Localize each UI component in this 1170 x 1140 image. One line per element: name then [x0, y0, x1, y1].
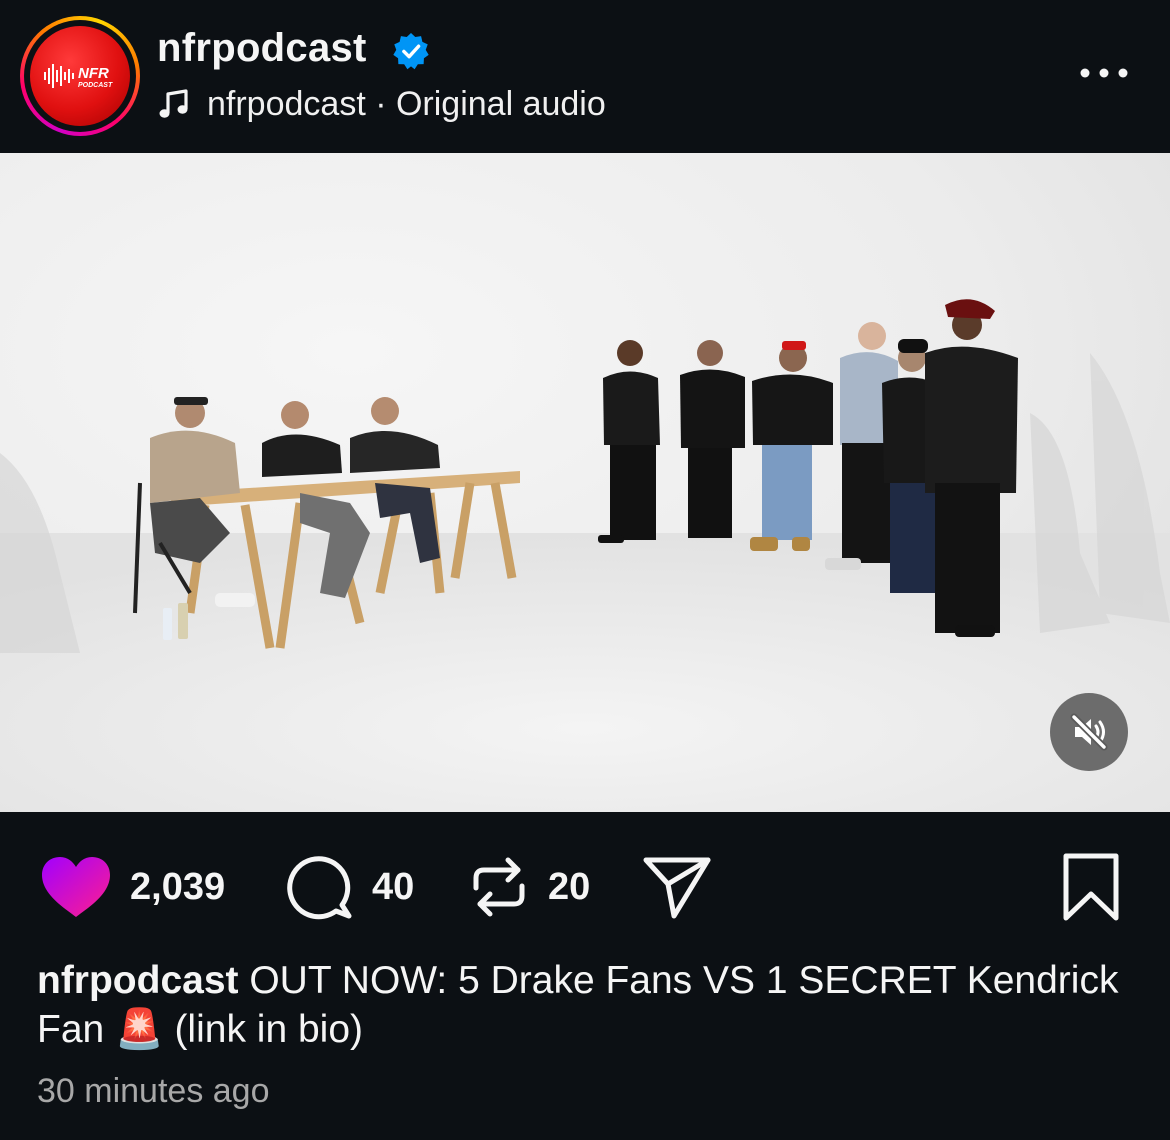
username[interactable]: nfrpodcast: [157, 26, 367, 71]
share-button[interactable]: [640, 852, 712, 922]
share-icon: [643, 857, 711, 919]
like-button[interactable]: 2,039: [40, 852, 225, 922]
siren-emoji: 🚨: [115, 1008, 164, 1051]
comment-icon: [287, 856, 352, 920]
repost-icon: [473, 857, 525, 917]
repost-count[interactable]: 20: [548, 866, 590, 909]
audio-label: nfrpodcast · Original audio: [207, 84, 606, 123]
contestant-1: [598, 340, 660, 543]
contestant-2: [680, 340, 745, 538]
post-caption: nfrpodcast OUT NOW: 5 Drake Fans VS 1 SE…: [37, 956, 1127, 1054]
more-options-icon[interactable]: [1076, 58, 1132, 88]
nfr-logo: NFR PODCAST: [44, 64, 113, 89]
repost-button[interactable]: 20: [468, 852, 590, 922]
heart-icon: [42, 857, 110, 917]
post-header: NFR PODCAST nfrpodcast nfrpodcast · Orig…: [0, 0, 1170, 153]
svg-text:PODCAST: PODCAST: [78, 82, 113, 89]
bookmark-icon[interactable]: [1060, 852, 1122, 922]
post-timestamp: 30 minutes ago: [37, 1072, 270, 1110]
action-bar: 2,039 40 20: [0, 812, 1170, 952]
contestant-3: [750, 341, 833, 551]
avatar-gap: NFR PODCAST: [24, 20, 136, 132]
speaker-muted-icon: [1070, 713, 1108, 751]
verified-badge-icon: [393, 32, 429, 70]
story-ring[interactable]: NFR PODCAST: [20, 16, 140, 136]
svg-text:NFR: NFR: [78, 65, 109, 82]
audio-attribution[interactable]: nfrpodcast · Original audio: [157, 82, 606, 126]
music-note-icon: [159, 89, 188, 118]
comment-button[interactable]: 40: [286, 852, 414, 922]
caption-username[interactable]: nfrpodcast: [37, 959, 239, 1002]
avatar[interactable]: NFR PODCAST: [30, 26, 130, 126]
comment-count[interactable]: 40: [372, 866, 414, 909]
caption-link-note: (link in bio): [163, 1008, 364, 1051]
post-video[interactable]: [0, 153, 1170, 812]
video-frame: [0, 299, 1170, 812]
mute-toggle[interactable]: [1050, 693, 1128, 771]
like-count[interactable]: 2,039: [130, 866, 225, 909]
